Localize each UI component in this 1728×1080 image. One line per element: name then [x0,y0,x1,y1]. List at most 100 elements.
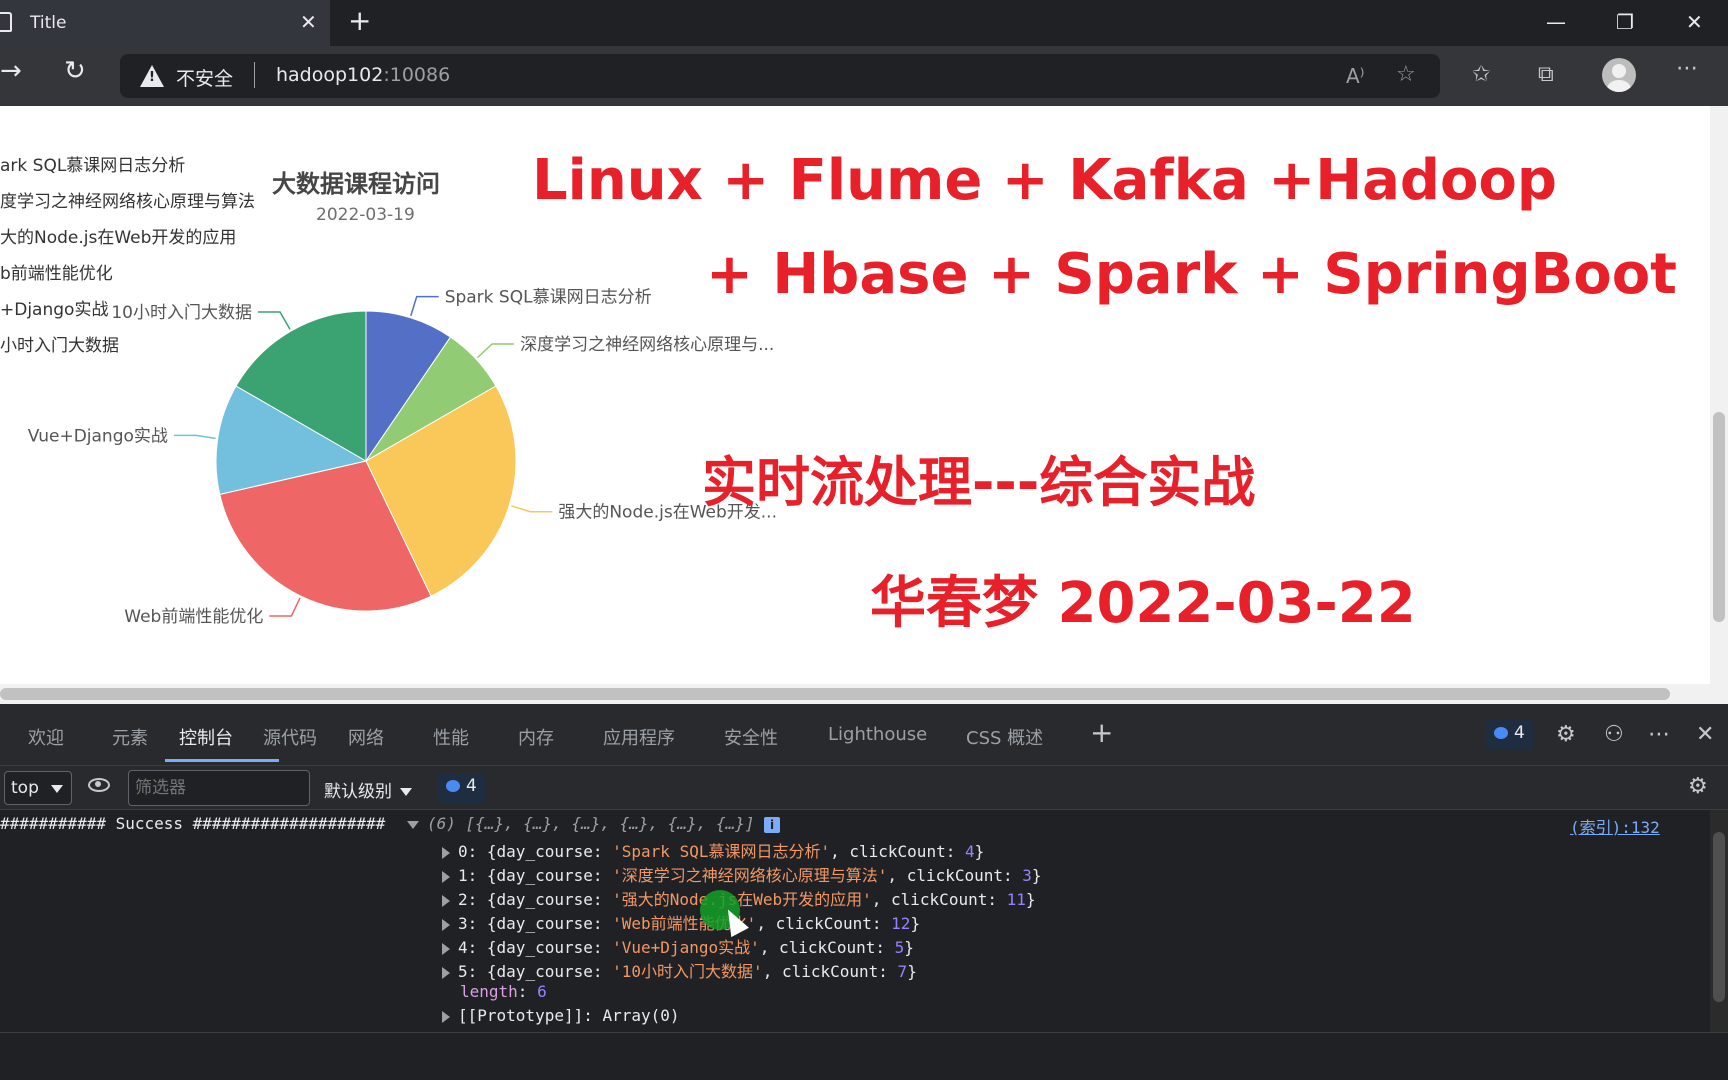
expand-right-icon[interactable] [442,966,450,979]
web-page: ark SQL慕课网日志分析 度学习之神经网络核心原理与算法 大的Node.js… [0,106,1710,684]
pie-label-line [476,343,515,359]
log-level-select[interactable]: 默认级别 [324,777,412,802]
console-toolbar: top 默认级别 4 ⚙ [0,766,1728,810]
source-link[interactable]: (索引):132 [1570,814,1660,838]
expand-right-icon[interactable] [442,942,450,955]
expand-right-icon[interactable] [442,894,450,907]
tab-lighthouse[interactable]: Lighthouse [828,724,927,745]
info-icon[interactable]: i [764,817,781,833]
message-icon [1494,727,1508,739]
expand-right-icon[interactable] [442,846,450,859]
pie-label-line [173,434,216,440]
expand-right-icon[interactable] [442,870,450,883]
pie-slice-label: Vue+Django实战 [28,426,168,446]
item-index: 3 [458,914,468,933]
tab-welcome[interactable]: 欢迎 [28,724,64,750]
profile-icon[interactable] [1602,58,1636,92]
message-icon [446,780,460,792]
console-settings-icon[interactable]: ⚙ [1688,774,1708,799]
day-course-value: '强大的Node.js在Web开发的应用' [612,890,872,909]
tab-sources[interactable]: 源代码 [263,724,317,750]
url-host: hadoop102 [276,64,384,86]
favorites-icon[interactable]: ✩ [1472,62,1490,87]
day-course-value: 'Vue+Django实战' [612,938,760,957]
click-count-value: 4 [964,842,975,861]
console-log-line: ########### Success ####################… [0,814,781,833]
prototype-row[interactable]: [[Prototype]]: Array(0) [442,1006,680,1025]
array-summary-text: (6) [{…}, {…}, {…}, {…}, {…}, {…}] [426,814,755,833]
click-count-value: 11 [1006,890,1026,909]
issues-badge[interactable]: 4 [1486,720,1533,750]
security-label[interactable]: 不安全 [176,64,233,91]
tab-title: Title [30,13,67,33]
add-tab-icon[interactable]: + [1090,716,1113,749]
pie-slice-label: 10小时入门大数据 [111,303,252,323]
array-item-row[interactable]: 4: {day_course: 'Vue+Django实战', clickCou… [442,934,914,958]
headline-line-4: 华春梦 2022-03-22 [870,571,1416,636]
array-summary[interactable]: (6) [{…}, {…}, {…}, {…}, {…}, {…}] i [406,814,781,833]
expand-right-icon[interactable] [442,918,450,931]
tab-network[interactable]: 网络 [348,724,384,750]
close-window-button[interactable]: ✕ [1686,10,1703,34]
refresh-icon[interactable]: ↻ [64,56,86,86]
tab-memory[interactable]: 内存 [518,724,554,750]
tab-elements[interactable]: 元素 [112,724,148,750]
eye-icon[interactable] [88,778,110,792]
pie-label-line [258,311,291,330]
restore-button[interactable]: ❐ [1616,10,1634,34]
log-prefix: ########### Success #################### [0,814,386,833]
array-item-row[interactable]: 3: {day_course: 'Web前端性能优化', clickCount:… [442,910,920,934]
expand-right-icon[interactable] [442,1010,450,1023]
pie-slice-label: 深度学习之神经网络核心原理与... [520,335,774,355]
read-aloud-icon[interactable]: A⁾ [1346,64,1365,88]
scroll-thumb[interactable] [1713,412,1725,622]
expand-down-icon[interactable] [406,820,419,829]
tab-application[interactable]: 应用程序 [603,724,675,750]
customize-icon[interactable]: ⚇ [1604,722,1624,747]
context-select[interactable]: top [4,771,72,805]
prototype-text: [[Prototype]]: Array(0) [458,1006,680,1025]
pie-label-line [410,295,439,316]
tab-close-icon[interactable]: ✕ [300,10,317,34]
headline-line-1: Linux + Flume + Kafka +Hadoop [532,148,1557,213]
more-tools-icon[interactable]: ⋯ [1648,722,1670,747]
click-count-value: 3 [1022,866,1032,885]
scroll-thumb[interactable] [1713,832,1725,1002]
page-horizontal-scrollbar[interactable] [0,684,1728,704]
console-prompt[interactable] [0,1032,1728,1080]
warning-icon[interactable] [140,65,164,87]
collections-icon[interactable]: ⧉ [1538,62,1554,87]
favorite-add-icon[interactable]: ☆ [1396,62,1416,87]
address-input[interactable]: 不安全 hadoop102:10086 A⁾ ☆ [120,54,1440,98]
pie-slice-label: Spark SQL慕课网日志分析 [445,288,652,308]
context-value: top [11,778,39,798]
settings-icon[interactable]: ⚙ [1556,722,1576,747]
tab-security[interactable]: 安全性 [724,724,778,750]
array-item-row[interactable]: 5: {day_course: '10小时入门大数据', clickCount:… [442,958,917,982]
headline-line-2: + Hbase + Spark + SpringBoot [706,242,1677,307]
tab-css-overview[interactable]: CSS 概述 [966,724,1043,750]
forward-icon[interactable]: → [0,56,22,86]
more-icon[interactable]: ⋯ [1676,56,1698,81]
pie-label-line [511,505,553,513]
array-item-row[interactable]: 0: {day_course: 'Spark SQL慕课网日志分析', clic… [442,838,984,862]
messages-badge[interactable]: 4 [438,773,485,803]
log-level-value: 默认级别 [324,782,392,802]
array-item-row[interactable]: 1: {day_course: '深度学习之神经网络核心原理与算法', clic… [442,862,1042,886]
address-bar-row: → ↻ 不安全 hadoop102:10086 A⁾ ☆ [0,46,1728,106]
pie-slice-label: Web前端性能优化 [124,607,263,627]
tab-performance[interactable]: 性能 [433,724,469,750]
console-output: ########### Success ####################… [0,810,1710,1032]
tab-console[interactable]: 控制台 [179,724,233,750]
day-course-value: '深度学习之神经网络核心原理与算法' [612,866,888,885]
browser-tab[interactable]: Title ✕ [0,0,330,46]
page-vertical-scrollbar[interactable] [1710,106,1728,684]
day-course-value: '10小时入门大数据' [612,962,763,981]
close-devtools-icon[interactable]: ✕ [1696,722,1714,747]
console-scrollbar[interactable] [1710,810,1728,1032]
new-tab-button[interactable]: + [348,7,371,35]
minimize-button[interactable]: — [1546,10,1566,34]
browser-title-bar: Title ✕ + — ❐ ✕ [0,0,1728,46]
scroll-thumb[interactable] [0,688,1670,700]
filter-input[interactable] [128,770,310,806]
